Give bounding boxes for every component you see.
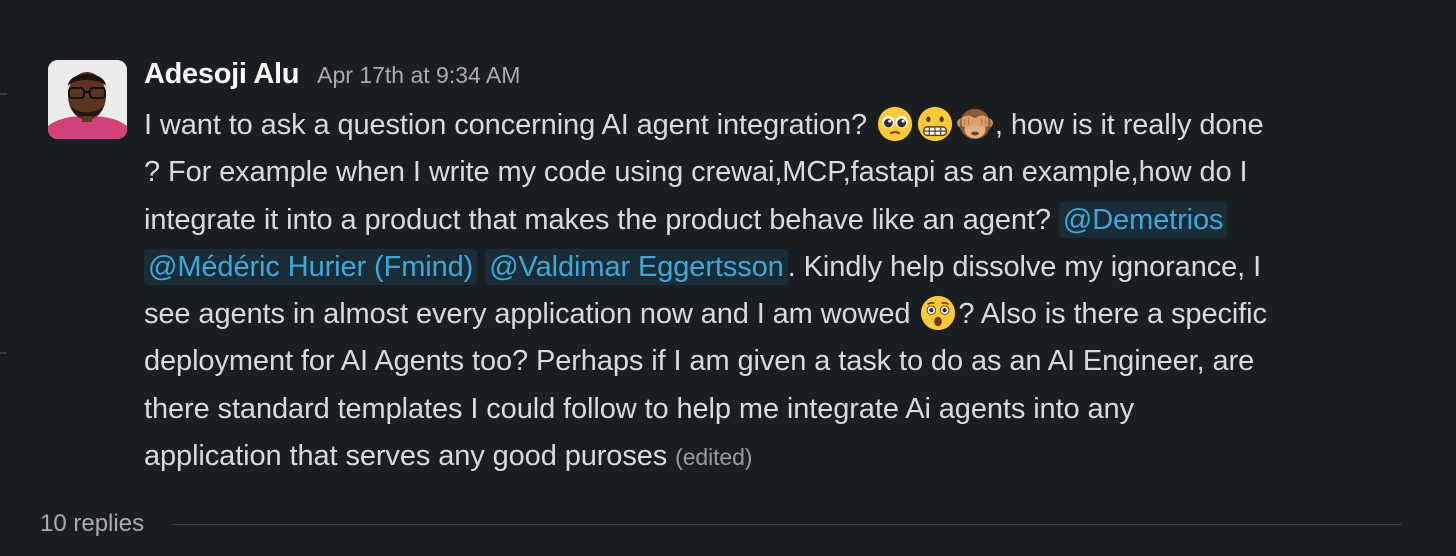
message-header: Adesoji Alu Apr 17th at 9:34 AM	[144, 58, 520, 98]
text-segment: integrate it into a product that makes t…	[144, 203, 1059, 236]
text-segment: see agents in almost every application n…	[144, 298, 919, 331]
astonished-face-emoji	[921, 296, 956, 331]
message-container: Adesoji Alu Apr 17th at 9:34 AM I want t…	[0, 0, 1456, 556]
mention-demetrios[interactable]: @Demetrios	[1058, 201, 1228, 238]
message-line-1: I want to ask a question concerning AI a…	[144, 102, 1416, 149]
user-avatar-photo	[48, 60, 127, 139]
message-line-2: ? For example when I write my code using…	[144, 156, 1248, 189]
message-line-6: deployment for AI Agents too? Perhaps if…	[144, 345, 1255, 378]
mention-mederic-hurier[interactable]: @Médéric Hurier (Fmind)	[144, 248, 478, 285]
message-body: I want to ask a question concerning AI a…	[144, 102, 1416, 480]
thread-replies-row: 10 replies	[40, 505, 1402, 543]
text-segment: . Kindly help dissolve my ignorance, I	[787, 250, 1262, 283]
message-line-7: there standard templates I could follow …	[144, 392, 1134, 425]
text-segment: ? Also is there a specific	[958, 298, 1267, 331]
edited-label: (edited)	[675, 444, 753, 471]
message-line-5: see agents in almost every application n…	[144, 291, 1416, 338]
pleading-face-emoji	[877, 106, 913, 142]
message-line-8: application that serves any good puroses…	[144, 433, 1416, 480]
author-name[interactable]: Adesoji Alu	[144, 58, 299, 91]
replies-divider	[172, 523, 1402, 525]
see-no-evil-monkey-emoji	[956, 108, 994, 140]
grimacing-face-emoji	[917, 106, 953, 142]
message-line-3: integrate it into a product that makes t…	[144, 197, 1416, 244]
text-segment: I want to ask a question concerning AI a…	[144, 109, 875, 141]
mention-valdimar-eggertsson[interactable]: @Valdimar Eggertsson	[485, 248, 788, 285]
replies-count-link[interactable]: 10 replies	[40, 510, 144, 538]
text-segment: , how is it really done	[994, 109, 1264, 141]
text-segment: application that serves any good puroses	[144, 440, 676, 473]
message-line-4: @Médéric Hurier (Fmind) @Valdimar Eggert…	[144, 244, 1416, 291]
message-timestamp[interactable]: Apr 17th at 9:34 AM	[317, 62, 520, 89]
avatar[interactable]	[48, 60, 127, 139]
